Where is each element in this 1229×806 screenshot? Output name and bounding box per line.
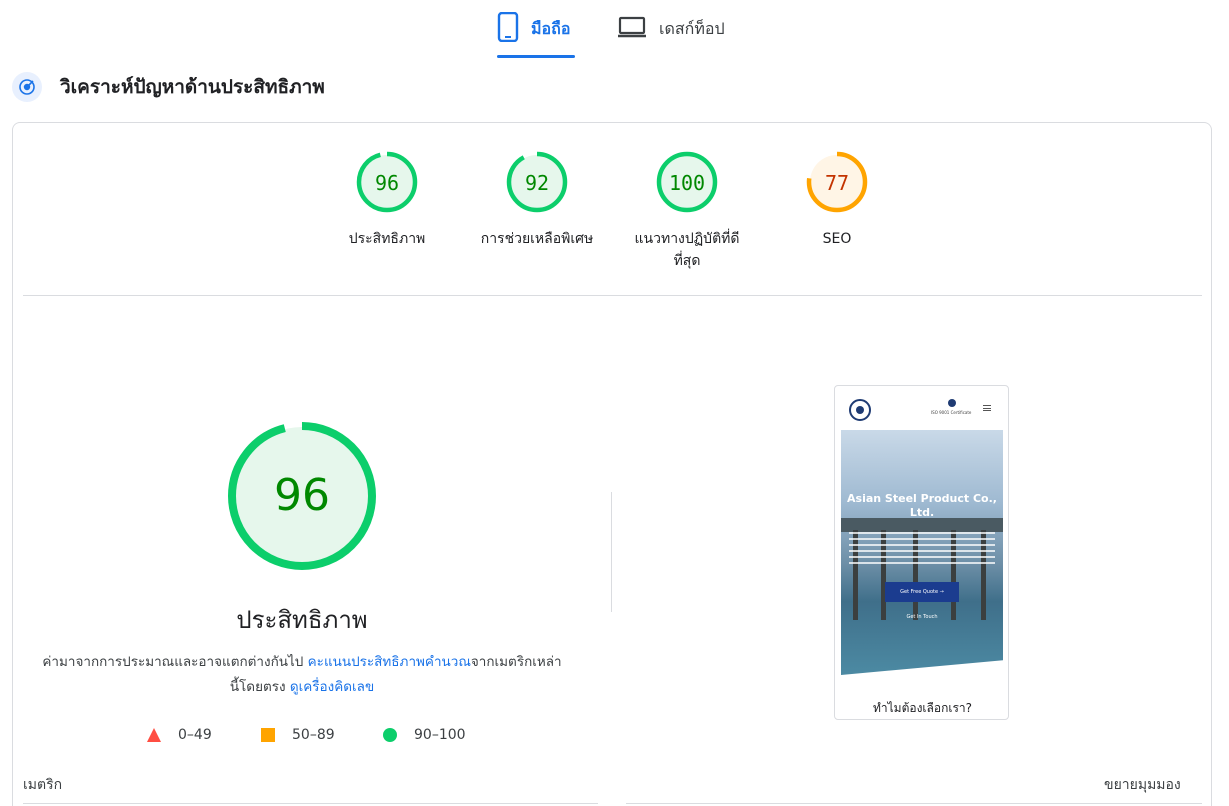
tab-mobile[interactable]: มือถือ — [497, 0, 575, 58]
gauge-label: การช่วยเหลือพิเศษ — [480, 231, 594, 247]
score-value: 96 — [375, 171, 399, 195]
certificate-check-icon — [948, 399, 956, 407]
divider — [23, 295, 1202, 296]
legend-range: 90–100 — [414, 727, 466, 743]
triangle-icon — [147, 728, 161, 742]
gauge-label: แนวทางปฏิบัติที่ดีที่สุด — [634, 231, 740, 269]
performance-gauge: 96 — [226, 420, 378, 572]
tab-mobile-label: มือถือ — [531, 18, 571, 38]
score-value: 100 — [669, 171, 705, 195]
iso-certificate-text: ISO 9001 Certificate — [931, 410, 972, 415]
desc-prefix: ค่ามาจากการประมาณและอาจแตกต่างกันไป — [42, 654, 308, 670]
score-calculation-link[interactable]: คะแนนประสิทธิภาพคำนวณ — [308, 654, 471, 670]
get-in-touch-link: Get In Touch — [906, 614, 938, 620]
score-value: 92 — [525, 171, 549, 195]
hamburger-menu-icon — [983, 405, 991, 411]
square-icon — [261, 728, 275, 742]
legend-fail: 0–49 — [146, 724, 212, 746]
metrics-heading: เมตริก — [23, 777, 63, 793]
thumb-caption: ทำไมต้องเลือกเรา? — [872, 701, 973, 715]
laptop-icon — [617, 16, 647, 42]
gauge-seo[interactable]: 77 SEO — [752, 150, 922, 250]
score-ring: 96 — [356, 151, 418, 213]
score-ring: 92 — [506, 151, 568, 213]
performance-title: ประสิทธิภาพ — [236, 606, 368, 634]
legend-average: 50–89 — [260, 724, 335, 746]
legend-pass: 90–100 — [382, 724, 466, 746]
big-score-ring: 96 — [228, 422, 376, 570]
site-logo-icon — [849, 399, 871, 421]
page-title: วิเคราะห์ปัญหาด้านประสิทธิภาพ — [60, 76, 325, 98]
divider — [626, 803, 1202, 804]
vertical-divider — [611, 492, 612, 612]
legend-range: 50–89 — [292, 727, 335, 743]
performance-diagnostics-icon — [12, 72, 42, 102]
legend-range: 0–49 — [178, 727, 212, 743]
performance-score: 96 — [274, 470, 330, 521]
get-quote-button: Get Free Quote → — [885, 582, 959, 602]
gauge-label: ประสิทธิภาพ — [348, 231, 426, 247]
section-header: วิเคราะห์ปัญหาด้านประสิทธิภาพ — [12, 70, 325, 104]
gauge-label: SEO — [822, 231, 852, 247]
final-screenshot[interactable]: ISO 9001 Certificate Asian Steel Product… — [834, 385, 1009, 720]
score-ring: 77 — [806, 151, 868, 213]
circle-icon — [383, 728, 397, 742]
hero-image: Asian Steel Product Co., Ltd. Get Free Q… — [841, 430, 1003, 675]
expand-view-toggle[interactable]: ขยายมุมมอง — [1104, 774, 1181, 796]
tab-desktop-label: เดสก์ท็อป — [659, 18, 725, 38]
divider — [23, 803, 598, 804]
pier-shape — [841, 518, 1003, 532]
gauge-best-practices[interactable]: 100 แนวทางปฏิบัติที่ดีที่สุด — [602, 150, 772, 272]
score-ring: 100 — [656, 151, 718, 213]
active-tab-indicator — [497, 55, 575, 58]
score-value: 77 — [825, 171, 849, 195]
calculator-link[interactable]: ดูเครื่องคิดเลข — [290, 679, 374, 695]
smartphone-icon — [497, 11, 519, 46]
device-tabs: มือถือ เดสก์ท็อป — [0, 0, 1229, 58]
gauge-accessibility[interactable]: 92 การช่วยเหลือพิเศษ — [452, 150, 622, 250]
gauge-performance[interactable]: 96 ประสิทธิภาพ — [302, 150, 472, 250]
performance-description: ค่ามาจากการประมาณและอาจแตกต่างกันไป คะแน… — [40, 650, 564, 700]
hero-title: Asian Steel Product Co., Ltd. — [847, 492, 997, 519]
hero-paragraph-lines — [849, 532, 995, 564]
tab-desktop[interactable]: เดสก์ท็อป — [617, 0, 737, 58]
